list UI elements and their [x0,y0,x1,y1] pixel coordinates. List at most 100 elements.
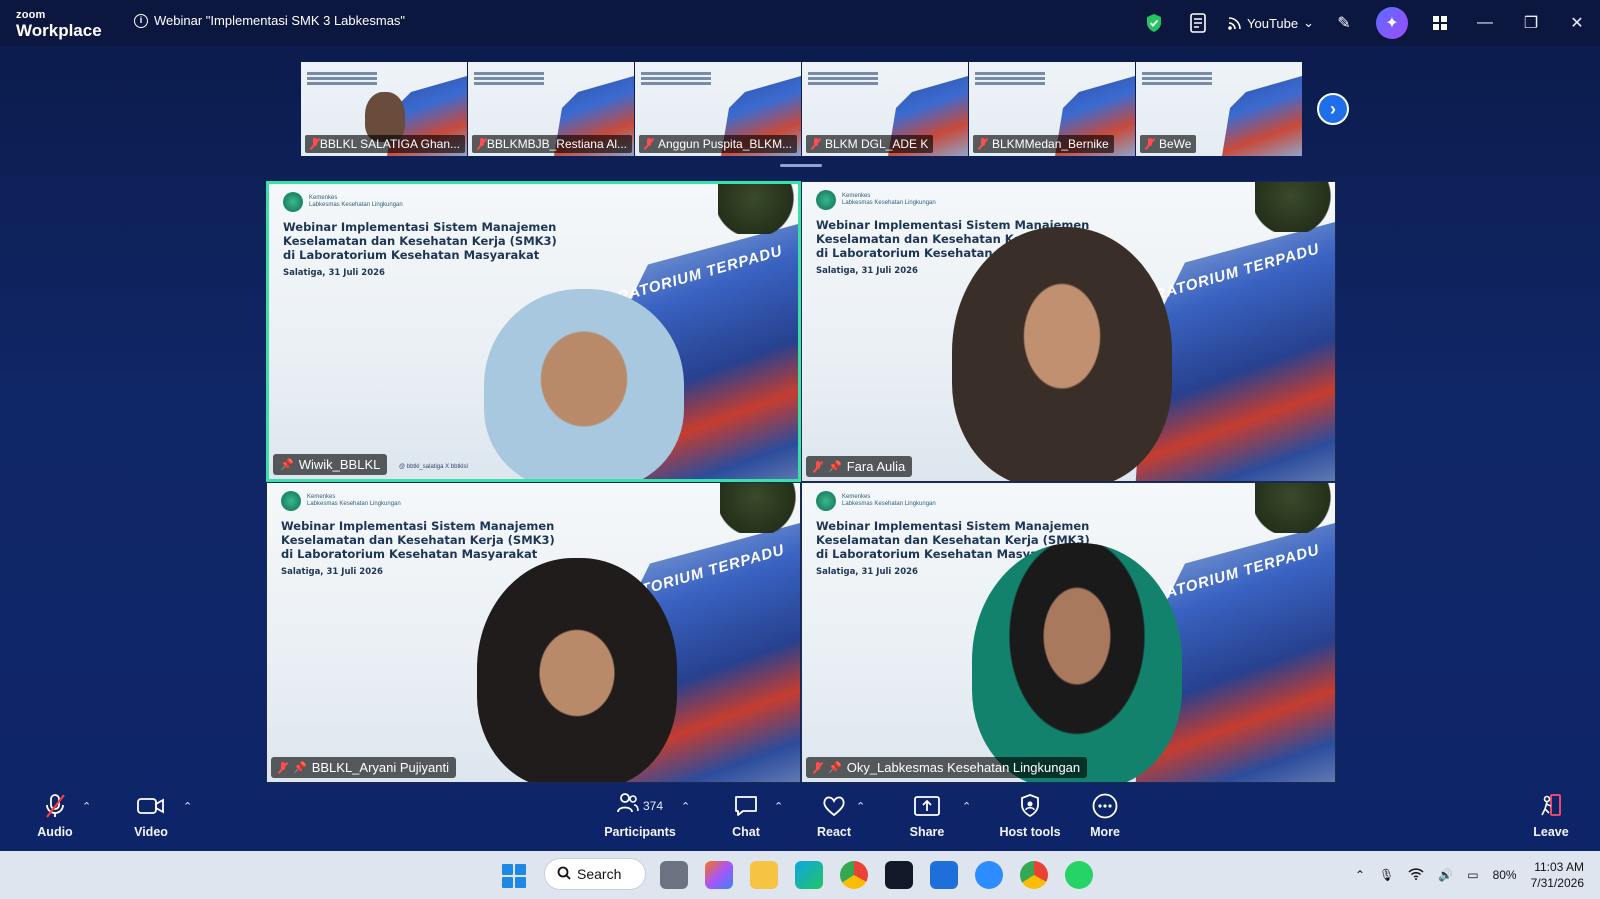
social-handles: @ bbtkl_salatiga X bbtklsl [399,464,468,470]
zoom-logo: zoom Workplace [16,10,102,40]
clock[interactable]: 11:03 AM 7/31/2026 [1531,859,1584,891]
kemenkes-logo: Kemenkes Labkesmas Kesehatan Lingkungan [283,192,403,212]
chat-options-caret[interactable]: ⌃ [774,800,783,813]
video-options-caret[interactable]: ⌃ [183,800,192,813]
video-camera-icon [137,790,165,822]
chevron-up-icon[interactable]: ⌃ [1355,868,1365,882]
file-explorer-icon[interactable] [750,861,778,889]
meeting-toolbar: Audio ⌃ Video ⌃ 374 Participants ⌃ Chat … [0,790,1600,848]
clock-date: 7/31/2026 [1530,876,1584,890]
react-button[interactable]: React [794,790,874,839]
zoom-app-icon[interactable] [975,861,1003,889]
mic-muted-icon [477,138,484,150]
video-tile-active-speaker[interactable]: LABORATORIUM TERPADU Kemenkes Labkesmas K… [266,181,801,482]
slide-heading: Webinar Implementasi Sistem Manajemen Ke… [281,519,555,561]
gallery-view: LABORATORIUM TERPADU Kemenkes Labkesmas K… [266,181,1336,783]
minimize-button[interactable]: — [1462,14,1508,32]
video-tile[interactable]: LABORATORIUM TERPADU Kemenkes Labkesmas K… [801,482,1336,783]
org-line2: Labkesmas Kesehatan Lingkungan [307,501,401,507]
slide-heading: Webinar Implementasi Sistem Manajemen Ke… [283,220,557,262]
video-tile[interactable]: LABORATORIUM TERPADU Kemenkes Labkesmas K… [266,482,801,783]
live-stream-icon [1228,17,1241,30]
copilot-icon[interactable] [705,861,733,889]
share-options-caret[interactable]: ⌃ [962,800,971,813]
meeting-title: Webinar "Implementasi SMK 3 Labkesmas" [154,13,406,28]
system-tray: ⌃ 🎙 🔊 ▭ 80% 11:03 AM 7/31/2026 [1355,851,1584,899]
meeting-info[interactable]: i Webinar "Implementasi SMK 3 Labkesmas" [134,13,405,28]
more-button[interactable]: More [1065,790,1145,839]
share-button[interactable]: Share [887,790,967,839]
react-options-caret[interactable]: ⌃ [856,800,865,813]
pin-icon: 📌 [828,762,842,774]
participant-name: BeWe [1159,137,1192,151]
taskbar-search[interactable]: Search [544,858,646,890]
chrome-icon[interactable] [840,861,868,889]
apps-icon[interactable] [1430,13,1450,33]
host-tools-label: Host tools [999,825,1061,839]
org-line2: Labkesmas Kesehatan Lingkungan [842,501,936,507]
kemenkes-logo: Kemenkes Labkesmas Kesehatan Lingkungan [816,491,936,511]
search-icon [557,866,571,883]
whatsapp-icon[interactable] [1065,861,1093,889]
live-stream-menu[interactable]: YouTube ⌄ [1228,15,1314,31]
outlook-icon[interactable] [930,861,958,889]
filmstrip-tile[interactable]: Anggun Puspita_BLKM... [635,62,801,156]
pin-icon: 📌 [828,461,842,473]
security-shield-icon[interactable] [1144,13,1164,33]
chevron-down-icon: ⌄ [1303,15,1314,30]
filmstrip-tile[interactable]: BeWe [1136,62,1302,156]
pen-icon[interactable]: ✎ [1334,13,1354,33]
wifi-icon[interactable] [1408,867,1424,883]
leave-label: Leave [1533,825,1569,839]
app-diamond-icon[interactable] [885,861,913,889]
chat-label: Chat [732,825,760,839]
video-label: Video [134,825,168,839]
share-screen-icon [914,790,940,822]
filmstrip-tile[interactable]: BLKMMedan_Bernike [969,62,1135,156]
filmstrip-resize-handle[interactable] [780,164,822,167]
edge-browser-icon[interactable] [795,861,823,889]
kemenkes-logo: Kemenkes Labkesmas Kesehatan Lingkungan [816,190,936,210]
notes-icon[interactable] [1188,13,1208,33]
leave-door-icon [1539,790,1563,822]
chat-bubble-icon [734,790,758,822]
org-line1: Kemenkes [307,493,336,500]
microphone-tray-icon[interactable]: 🎙 [1379,868,1394,882]
audio-options-caret[interactable]: ⌃ [82,800,91,813]
battery-icon[interactable]: ▭ [1467,868,1478,882]
mic-muted-icon [1145,138,1155,150]
slide-date: Salatiga, 31 Juli 2026 [816,567,918,577]
participant-video [477,558,677,782]
pin-icon: 📌 [280,459,294,471]
close-button[interactable]: ✕ [1554,13,1600,33]
video-tile[interactable]: LABORATORIUM TERPADU Kemenkes Labkesmas K… [801,181,1336,482]
org-line1: Kemenkes [842,493,871,500]
chat-button[interactable]: Chat [706,790,786,839]
audio-button[interactable]: Audio [15,790,95,839]
filmstrip-tile[interactable]: BLKM DGL_ADE K [802,62,968,156]
restore-button[interactable]: ❐ [1508,13,1554,33]
org-line2: Labkesmas Kesehatan Lingkungan [309,202,403,208]
volume-icon[interactable]: 🔊 [1438,868,1453,882]
info-icon[interactable]: i [134,13,148,28]
task-view-icon[interactable] [660,861,688,889]
more-label: More [1090,825,1120,839]
kemenkes-logo: Kemenkes Labkesmas Kesehatan Lingkungan [281,491,401,511]
participant-name: Wiwik_BBLKL [298,457,381,472]
windows-start-icon[interactable] [502,864,526,888]
mic-muted-icon [813,761,823,774]
ai-companion-icon[interactable]: ✦ [1376,7,1408,39]
filmstrip-tile[interactable]: BBLKL SALATIGA Ghan... [301,62,467,156]
video-button[interactable]: Video [111,790,191,839]
next-page-button[interactable]: › [1317,93,1349,125]
mic-muted-icon [644,138,654,150]
slide-date: Salatiga, 31 Juli 2026 [816,266,918,276]
filmstrip-tile[interactable]: BBLKMBJB_Restiana Al... [468,62,634,156]
chrome-profile-icon[interactable] [1020,861,1048,889]
participants-button[interactable]: 374 Participants [590,790,690,839]
leave-button[interactable]: Leave [1511,790,1591,839]
participants-options-caret[interactable]: ⌃ [681,800,690,813]
org-line1: Kemenkes [842,192,871,199]
mic-muted-icon [310,138,317,150]
chevron-right-icon: › [1330,98,1336,119]
